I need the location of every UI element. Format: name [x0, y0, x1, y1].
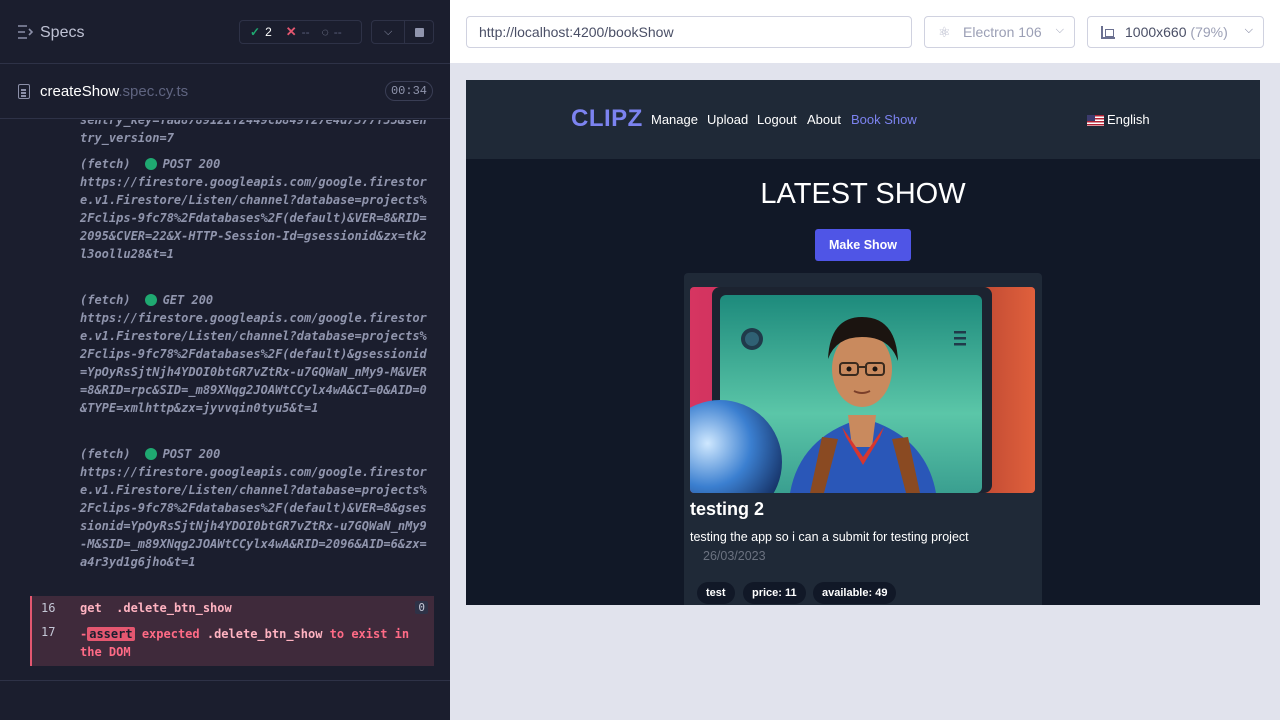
- available-badge: available: 49: [813, 582, 897, 604]
- pending-stat: ◌ --: [310, 25, 342, 39]
- viewport-dims: 1000x660: [1125, 24, 1187, 40]
- status-dot-icon: [144, 448, 157, 460]
- show-description: testing the app so i can a submit for te…: [690, 530, 969, 544]
- check-icon: ✓: [250, 25, 261, 39]
- toggle-auto-scroll-button[interactable]: ⌵: [371, 20, 405, 44]
- show-title: testing 2: [690, 499, 765, 519]
- chevron-down-icon: ⌵: [1055, 24, 1064, 36]
- command-get[interactable]: 16 get .delete_btn_show 0: [30, 596, 434, 620]
- assert-tag: assert: [87, 627, 135, 641]
- fetch-method-status: POST 200: [162, 157, 221, 171]
- url-bar[interactable]: http://localhost:4200/bookShow: [466, 16, 912, 48]
- status-dot-icon: [144, 294, 157, 306]
- stop-button[interactable]: [404, 20, 434, 44]
- fetch-label: (fetch): [80, 293, 131, 307]
- command-log-panel: Specs ✓ 2 ✕ -- ◌ -- ⌵ createShow.spec.cy…: [0, 0, 450, 720]
- ruler-icon: [1101, 26, 1115, 39]
- specs-title[interactable]: Specs: [40, 24, 84, 42]
- command-log: sentry_key=fad8789121f2449cb849f27e4d737…: [0, 120, 450, 680]
- specs-list-icon[interactable]: [18, 25, 34, 39]
- assert-selector: .delete_btn_show: [206, 627, 323, 641]
- pending-icon: ◌: [321, 25, 329, 39]
- viewport-selector[interactable]: 1000x660 (79%) ⌵: [1087, 16, 1264, 48]
- show-date: 26/03/2023: [703, 549, 766, 563]
- tag-badge: test: [697, 582, 735, 604]
- nav-book-show[interactable]: Book Show: [851, 112, 917, 127]
- truncated-url-text: sentry_key=fad8789121f2449cb849f27e4d737…: [80, 120, 427, 145]
- command-name: get .delete_btn_show: [80, 601, 232, 615]
- browser-selector[interactable]: ⚛ Electron 106 ⌵: [924, 16, 1075, 48]
- show-thumbnail: [690, 287, 1035, 493]
- fetch-method-status: POST 200: [162, 447, 221, 461]
- spec-file-basename: createShow: [40, 83, 119, 100]
- status-dot-icon: [144, 158, 157, 170]
- language-selector[interactable]: English: [1107, 112, 1150, 127]
- nav-logout[interactable]: Logout: [757, 112, 797, 127]
- page-title: LATEST SHOW: [760, 178, 966, 210]
- viewport-size: 1000x660 (79%): [1125, 17, 1228, 47]
- spec-file-extension: .spec.cy.ts: [118, 83, 189, 100]
- show-card[interactable]: testing 2 testing the app so i can a sub…: [684, 273, 1042, 605]
- assert-message: - assert expected .delete_btn_show to exi…: [80, 625, 430, 661]
- command-selector: .delete_btn_show: [116, 601, 232, 615]
- spec-duration: 00:34: [385, 81, 433, 101]
- electron-icon: ⚛: [938, 24, 951, 40]
- command-assert-failed[interactable]: 17 - assert expected .delete_btn_show to …: [30, 620, 434, 666]
- test-stats: ✓ 2 ✕ -- ◌ --: [239, 20, 362, 44]
- command-method: get: [80, 601, 102, 615]
- navbar: CLIPZ Manage Upload Logout About Book Sh…: [466, 80, 1260, 159]
- specs-header: Specs ✓ 2 ✕ -- ◌ -- ⌵: [0, 0, 450, 64]
- us-flag-icon: [1087, 115, 1104, 126]
- failed-count: --: [301, 25, 310, 39]
- document-icon: [18, 84, 30, 99]
- assert-text: expected: [134, 627, 207, 641]
- fetch-label: (fetch): [80, 157, 131, 171]
- stop-icon: [415, 28, 424, 37]
- passed-stat: ✓ 2: [240, 25, 272, 39]
- passed-count: 2: [265, 25, 272, 39]
- fetch-method-status: GET 200: [162, 293, 214, 307]
- clipz-logo[interactable]: CLIPZ: [571, 105, 643, 133]
- fetch-url: https://firestore.googleapis.com/google.…: [80, 311, 427, 415]
- fetch-log-item[interactable]: (fetch) POST 200 https://firestore.google…: [80, 445, 430, 571]
- x-icon: ✕: [285, 24, 297, 39]
- failed-stat: ✕ --: [272, 24, 310, 40]
- element-count-badge: 0: [415, 601, 428, 614]
- fetch-log-item[interactable]: (fetch) POST 200 https://firestore.google…: [80, 155, 430, 263]
- fetch-url: https://firestore.googleapis.com/google.…: [80, 175, 427, 261]
- price-badge: price: 11: [743, 582, 806, 604]
- browser-name: Electron 106: [963, 24, 1042, 40]
- command-number: 17: [41, 625, 56, 639]
- make-show-button[interactable]: Make Show: [815, 229, 911, 261]
- fetch-url: https://firestore.googleapis.com/google.…: [80, 465, 427, 569]
- fetch-label: (fetch): [80, 447, 131, 461]
- chevron-down-icon: ⌵: [384, 26, 393, 38]
- fetch-log-item[interactable]: (fetch) GET 200 https://firestore.googlea…: [80, 291, 430, 417]
- divider: [0, 680, 450, 681]
- nav-about[interactable]: About: [807, 112, 841, 127]
- command-number: 16: [41, 601, 56, 615]
- pending-count: --: [333, 25, 342, 39]
- viewport-zoom: (79%): [1190, 24, 1228, 40]
- spec-file-name[interactable]: createShow.spec.cy.ts: [40, 83, 188, 100]
- nav-upload[interactable]: Upload: [707, 112, 748, 127]
- chevron-down-icon: ⌵: [1244, 24, 1253, 36]
- app-under-test: CLIPZ Manage Upload Logout About Book Sh…: [466, 80, 1260, 605]
- nav-manage[interactable]: Manage: [651, 112, 698, 127]
